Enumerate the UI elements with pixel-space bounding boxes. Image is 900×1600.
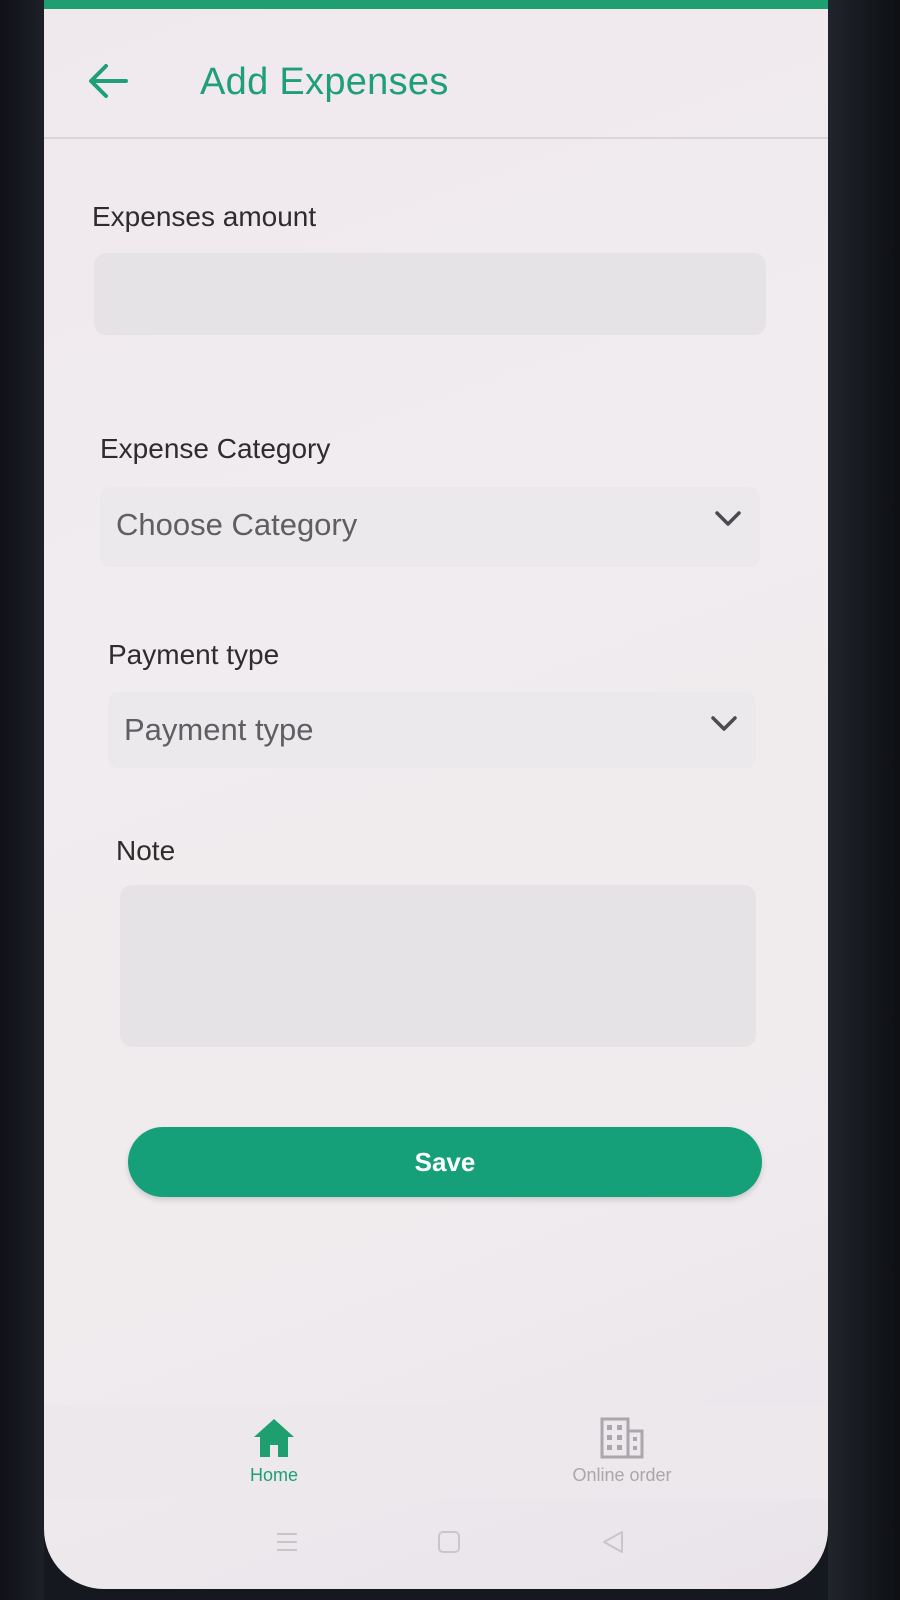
back-arrow-icon[interactable] <box>86 61 130 101</box>
page-title: Add Expenses <box>200 61 449 103</box>
home-square-icon[interactable] <box>436 1529 462 1555</box>
device-bezel-right <box>828 0 900 1600</box>
app-screen: Add Expenses Expenses amount Expense Cat… <box>44 9 828 1589</box>
expenses-amount-label: Expenses amount <box>92 201 317 232</box>
app-bar: Add Expenses <box>44 9 828 139</box>
payment-type-placeholder: Payment type <box>124 712 314 747</box>
nav-label-home: Home <box>249 1465 298 1485</box>
menu-icon[interactable] <box>274 1529 300 1555</box>
building-icon <box>600 1417 644 1459</box>
home-icon <box>254 1419 294 1457</box>
nav-item-home[interactable]: Home <box>204 1405 344 1499</box>
nav-item-online-order[interactable]: Online order <box>552 1405 692 1499</box>
payment-type-label: Payment type <box>108 639 280 670</box>
expense-category-label: Expense Category <box>100 433 331 464</box>
status-bar <box>44 0 828 9</box>
save-button[interactable]: Save <box>128 1127 762 1197</box>
expense-category-placeholder: Choose Category <box>116 507 358 542</box>
system-nav-bar <box>44 1499 828 1589</box>
expense-category-select[interactable]: Choose Category <box>100 487 760 567</box>
chevron-down-icon <box>714 509 742 529</box>
note-textarea[interactable] <box>120 885 756 1047</box>
nav-label-online-order: Online order <box>572 1465 672 1485</box>
device-bezel-left <box>0 0 44 1600</box>
bottom-nav: Home Online order <box>44 1405 828 1499</box>
expenses-amount-input[interactable] <box>94 253 766 335</box>
payment-type-select[interactable]: Payment type <box>108 692 756 768</box>
back-triangle-icon[interactable] <box>600 1529 626 1555</box>
chevron-down-icon <box>710 714 738 734</box>
note-label: Note <box>116 835 176 866</box>
